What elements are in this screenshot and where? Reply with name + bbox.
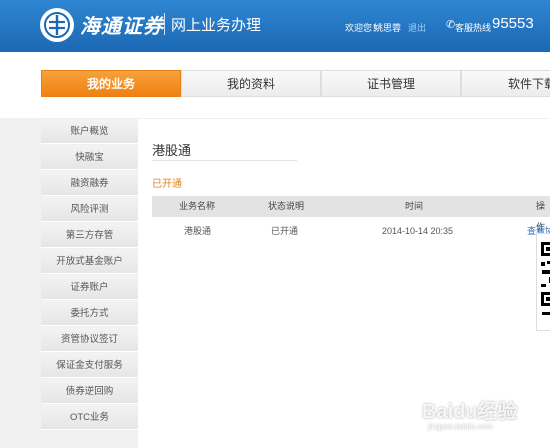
cell-time: 2014-10-14 20:35 — [382, 226, 454, 236]
tab-my-profile[interactable]: 我的资料 — [181, 70, 321, 97]
haitong-logo-icon — [40, 8, 74, 42]
sidebar-item-order-methods[interactable]: 委托方式 — [41, 301, 138, 326]
username: 姚思蓉 — [374, 23, 402, 33]
sidebar-item-third-party-custody[interactable]: 第三方存管 — [41, 223, 138, 248]
tab-my-business[interactable]: 我的业务 — [41, 70, 181, 97]
baidu-watermark-url: jingyan.baidu.com — [428, 422, 493, 431]
hotline-label: 客服热线 — [455, 23, 492, 33]
status-heading: 已开通 — [152, 179, 182, 190]
column-header-action: 操作 — [536, 201, 546, 232]
sidebar-item-margin-trading[interactable]: 融资融券 — [41, 171, 138, 196]
column-header-status: 状态说明 — [268, 201, 305, 211]
cell-business-name: 港股通 — [184, 226, 212, 236]
sidebar-item-otc[interactable]: OTC业务 — [41, 405, 138, 430]
phone-icon: ✆ — [446, 19, 456, 31]
column-header-time: 时间 — [405, 201, 424, 211]
tab-certificate-management[interactable]: 证书管理 — [321, 70, 461, 97]
tab-software-download[interactable]: 软件下载 — [461, 70, 550, 97]
brand-divider — [164, 13, 165, 35]
sidebar-item-open-fund-account[interactable]: 开放式基金账户 — [41, 249, 138, 274]
main-nav: 我的业务 我的资料 证书管理 软件下载 — [0, 52, 550, 118]
sidebar-item-securities-account[interactable]: 证券账户 — [41, 275, 138, 300]
top-header: 海通证券 网上业务办理 欢迎您！ 姚思蓉 退出 ✆ 客服热线 95553 — [0, 0, 550, 52]
column-header-business-name: 业务名称 — [179, 201, 216, 211]
site-subtitle: 网上业务办理 — [171, 17, 262, 34]
cell-status: 已开通 — [271, 226, 299, 236]
sidebar-item-account-overview[interactable]: 账户概览 — [41, 119, 138, 144]
sidebar-menu: 账户概览 快融宝 融资融券 风险评测 第三方存管 开放式基金账户 证券账户 委托… — [41, 119, 138, 431]
sidebar-item-risk-assessment[interactable]: 风险评测 — [41, 197, 138, 222]
sidebar-item-reverse-repo[interactable]: 债券逆回购 — [41, 379, 138, 404]
table-header: 业务名称 状态说明 时间 操作 — [152, 196, 550, 232]
table-row: 港股通 已开通 2014-10-14 20:35 查看协议 — [152, 220, 550, 242]
sidebar-item-kuairongbao[interactable]: 快融宝 — [41, 145, 138, 170]
sidebar-item-asset-management-agreement[interactable]: 资管协议签订 — [41, 327, 138, 352]
baidu-watermark-logo: Baidu经验 — [422, 401, 518, 423]
qr-code-icon — [536, 233, 550, 331]
sidebar-item-deposit-payment[interactable]: 保证金支付服务 — [41, 353, 138, 378]
page-title: 港股通 — [152, 143, 192, 158]
hotline-number: 95553 — [492, 15, 534, 32]
title-divider — [152, 160, 297, 161]
logout-link[interactable]: 退出 — [408, 21, 426, 34]
brand-name: 海通证券 — [80, 14, 164, 38]
